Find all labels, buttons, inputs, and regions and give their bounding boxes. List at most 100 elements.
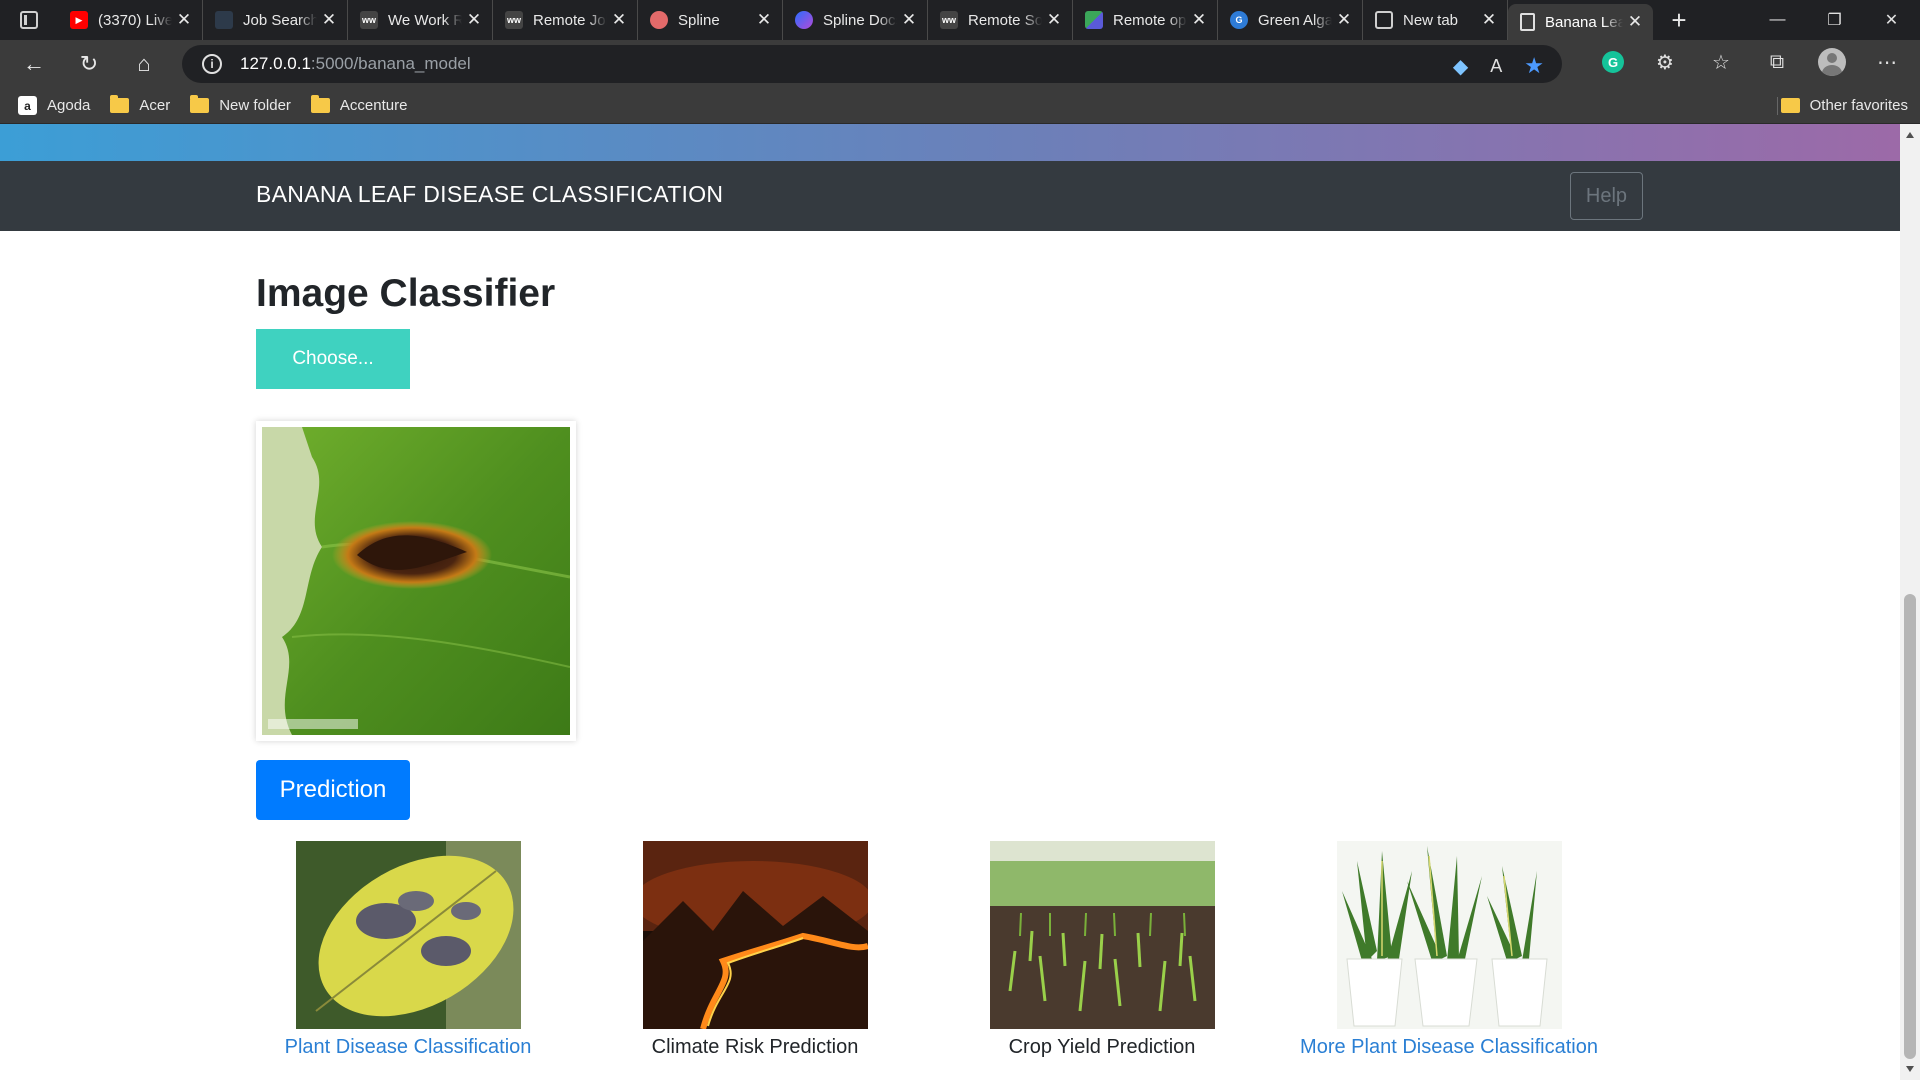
- bookmark-acer[interactable]: Acer: [110, 95, 171, 114]
- close-icon[interactable]: ✕: [901, 10, 917, 29]
- read-aloud-icon[interactable]: A: [1490, 56, 1502, 77]
- favorite-star-icon[interactable]: ★: [1524, 53, 1544, 79]
- plant-disease-link[interactable]: Plant Disease Classification: [238, 1036, 578, 1059]
- browser-tab[interactable]: ww Remote Jobs ✕: [493, 0, 638, 40]
- other-favorites-label: Other favorites: [1809, 97, 1908, 114]
- edge-search-icon: G: [1230, 11, 1248, 29]
- site-info-icon[interactable]: i: [202, 54, 222, 74]
- browser-tab[interactable]: G Green Algae ✕: [1218, 0, 1363, 40]
- close-icon[interactable]: ✕: [756, 10, 772, 29]
- folder-icon: [310, 95, 330, 113]
- close-icon[interactable]: ✕: [1191, 10, 1207, 29]
- prediction-button[interactable]: Prediction: [256, 760, 410, 820]
- tab-actions-button[interactable]: [0, 0, 58, 40]
- tab-title: Green Algae: [1258, 11, 1332, 29]
- scrollbar-thumb[interactable]: [1904, 594, 1916, 1059]
- agoda-icon: a: [18, 96, 37, 115]
- close-icon[interactable]: ✕: [466, 10, 482, 29]
- browser-tab[interactable]: Spline Docs ✕: [783, 0, 928, 40]
- back-icon[interactable]: ←: [14, 44, 54, 84]
- browser-tab[interactable]: Remote ops ✕: [1073, 0, 1218, 40]
- bookmark-label: New folder: [219, 97, 291, 114]
- url-path: :5000/banana_model: [310, 54, 471, 73]
- uploaded-image-preview: [256, 421, 576, 741]
- help-button[interactable]: Help: [1570, 172, 1643, 220]
- browser-tab-bar: ▶ (3370) Live ✕ Job Search ✕ ww We Work …: [0, 0, 1920, 40]
- close-icon[interactable]: ✕: [321, 10, 337, 29]
- browser-tab[interactable]: New tab ✕: [1363, 0, 1508, 40]
- collections-icon[interactable]: ⧉: [1762, 51, 1792, 74]
- profile-avatar-icon[interactable]: [1818, 48, 1846, 76]
- site-navbar: BANANA LEAF DISEASE CLASSIFICATION Help: [0, 161, 1900, 231]
- tab-title: Banana Leaf: [1545, 13, 1623, 31]
- browser-extensions: G ⚙ ☆ ⧉ ⋯: [1602, 48, 1902, 76]
- close-icon[interactable]: ✕: [1481, 10, 1497, 29]
- bookmark-accenture[interactable]: Accenture: [310, 95, 408, 114]
- page-title: Image Classifier: [256, 272, 556, 315]
- browser-toolbar: ← ↻ ⌂ i 127.0.0.1:5000/banana_model ◆ A …: [0, 40, 1920, 88]
- refresh-icon[interactable]: ↻: [69, 44, 109, 84]
- extensions-icon[interactable]: ⚙: [1650, 50, 1680, 75]
- bookmark-agoda[interactable]: a Agoda: [18, 96, 90, 115]
- more-plant-disease-link[interactable]: More Plant Disease Classification: [1279, 1036, 1619, 1059]
- page-scrollbar[interactable]: [1900, 124, 1920, 1080]
- forest-fire-image[interactable]: [643, 841, 868, 1029]
- tab-title: (3370) Live: [98, 11, 172, 29]
- spline-icon: [650, 11, 668, 29]
- scroll-down-icon[interactable]: [1906, 1066, 1914, 1072]
- tab-title: Spline Docs: [823, 11, 897, 29]
- close-window-icon[interactable]: ✕: [1863, 0, 1920, 40]
- home-icon[interactable]: ⌂: [124, 44, 164, 84]
- scroll-up-icon[interactable]: [1906, 132, 1914, 138]
- spline-docs-icon: [795, 11, 813, 29]
- shopping-tag-icon[interactable]: ◆: [1453, 54, 1468, 79]
- choose-file-button[interactable]: Choose...: [256, 329, 410, 389]
- close-icon[interactable]: ✕: [1336, 10, 1352, 29]
- tab-title: Remote ops: [1113, 11, 1187, 29]
- tab-title: Remote Jobs: [533, 11, 607, 29]
- more-menu-icon[interactable]: ⋯: [1872, 50, 1902, 75]
- favorites-icon[interactable]: ☆: [1706, 50, 1736, 75]
- address-bar-actions: ◆ A ★: [1453, 53, 1544, 79]
- address-bar[interactable]: i 127.0.0.1:5000/banana_model ◆ A ★: [182, 45, 1562, 83]
- close-icon[interactable]: ✕: [1046, 10, 1062, 29]
- restore-icon[interactable]: ❐: [1806, 0, 1863, 40]
- browser-tab-active[interactable]: Banana Leaf ✕: [1508, 4, 1653, 40]
- tab-actions-icon: [20, 11, 38, 29]
- site-brand[interactable]: BANANA LEAF DISEASE CLASSIFICATION: [256, 181, 723, 208]
- job-search-icon: [215, 11, 233, 29]
- tab-title: We Work Remotely: [388, 11, 462, 29]
- bookmarks-bar: a Agoda Acer New folder Accenture Other …: [0, 88, 1920, 124]
- grammarly-icon[interactable]: G: [1602, 51, 1624, 73]
- banana-leaf-image: [262, 427, 570, 735]
- bookmark-label: Accenture: [339, 97, 408, 114]
- browser-tab[interactable]: ww We Work Remotely ✕: [348, 0, 493, 40]
- bookmark-new-folder[interactable]: New folder: [190, 95, 291, 114]
- diseased-leaf-image[interactable]: [296, 841, 521, 1029]
- folder-icon: [110, 95, 130, 113]
- climate-risk-label: Climate Risk Prediction: [651, 1036, 859, 1058]
- crop-seedlings-image[interactable]: [990, 841, 1215, 1029]
- other-favorites[interactable]: Other favorites: [1780, 97, 1908, 114]
- remote-ops-icon: [1085, 11, 1103, 29]
- page-icon: [1520, 13, 1535, 31]
- tab-title: Remote Software: [968, 11, 1042, 29]
- weworkremotely-icon: ww: [360, 11, 378, 29]
- browser-tab[interactable]: ▶ (3370) Live ✕: [58, 0, 203, 40]
- bookmark-label: Acer: [139, 97, 171, 114]
- potted-plants-image[interactable]: [1337, 841, 1562, 1029]
- window-controls: — ❐ ✕: [1749, 0, 1920, 40]
- folder-icon: [190, 95, 210, 113]
- minimize-icon[interactable]: —: [1749, 0, 1806, 40]
- youtube-icon: ▶: [70, 11, 88, 29]
- browser-tab[interactable]: ww Remote Software ✕: [928, 0, 1073, 40]
- close-icon[interactable]: ✕: [1627, 12, 1643, 31]
- browser-tab[interactable]: Spline ✕: [638, 0, 783, 40]
- new-tab-button[interactable]: +: [1659, 0, 1699, 40]
- folder-icon: [1780, 98, 1800, 113]
- tab-title: New tab: [1403, 11, 1459, 29]
- browser-tab[interactable]: Job Search ✕: [203, 0, 348, 40]
- close-icon[interactable]: ✕: [176, 10, 192, 29]
- crop-yield-card: Crop Yield Prediction: [990, 841, 1215, 1058]
- close-icon[interactable]: ✕: [611, 10, 627, 29]
